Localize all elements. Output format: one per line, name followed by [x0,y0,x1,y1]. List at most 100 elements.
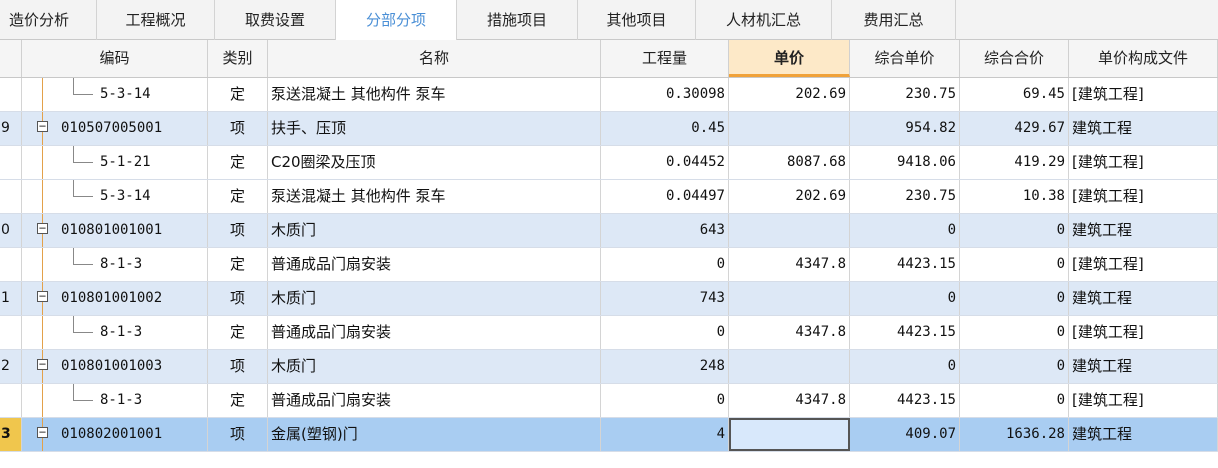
comp-total-cell[interactable]: 0 [960,282,1069,315]
type-cell[interactable]: 定 [208,78,268,111]
code-cell[interactable]: 5-3-14 [22,180,208,213]
table-row[interactable]: 8-1-3 定普通成品门扇安装 0 4347.8 4423.15 0 [建筑工程] [0,384,1218,418]
name-cell[interactable]: 泵送混凝土 其他构件 泵车 [268,180,601,213]
unit-price-cell[interactable] [729,418,850,451]
code-cell[interactable]: − 010802001001 [22,418,208,451]
name-cell[interactable]: 泵送混凝土 其他构件 泵车 [268,78,601,111]
header-code[interactable]: 编码 [22,40,208,77]
qty-cell[interactable]: 248 [601,350,729,383]
table-row[interactable]: 8-1-3 定普通成品门扇安装 0 4347.8 4423.15 0 [建筑工程] [0,316,1218,350]
comp-unit-cell[interactable]: 4423.15 [850,384,960,417]
type-cell[interactable]: 定 [208,180,268,213]
code-cell[interactable]: 5-3-14 [22,78,208,111]
comp-total-cell[interactable]: 0 [960,384,1069,417]
unit-price-cell[interactable] [729,350,850,383]
name-cell[interactable]: 扶手、压顶 [268,112,601,145]
table-row[interactable]: 5-3-14 定泵送混凝土 其他构件 泵车 0.04497 202.69 230.75 1… [0,180,1218,214]
type-cell[interactable]: 定 [208,384,268,417]
comp-unit-cell[interactable]: 409.07 [850,418,960,451]
type-cell[interactable]: 项 [208,214,268,247]
file-cell[interactable]: [建筑工程] [1069,180,1218,213]
comp-total-cell[interactable]: 1636.28 [960,418,1069,451]
tab-5[interactable]: 其他项目 [578,0,696,40]
comp-total-cell[interactable]: 69.45 [960,78,1069,111]
name-cell[interactable]: 普通成品门扇安装 [268,248,601,281]
tab-6[interactable]: 人材机汇总 [696,0,832,40]
code-cell[interactable]: 8-1-3 [22,384,208,417]
type-cell[interactable]: 项 [208,418,268,451]
type-cell[interactable]: 项 [208,282,268,315]
file-cell[interactable]: 建筑工程 [1069,418,1218,451]
tab-0[interactable]: 造价分析 [0,0,97,40]
unit-price-cell[interactable]: 4347.8 [729,248,850,281]
minus-square-icon[interactable]: − [37,358,48,370]
qty-cell[interactable]: 0 [601,316,729,349]
table-row[interactable]: 8-1-3 定普通成品门扇安装 0 4347.8 4423.15 0 [建筑工程] [0,248,1218,282]
name-cell[interactable]: 金属(塑钢)门 [268,418,601,451]
header-comp-unit-price[interactable]: 综合单价 [850,40,960,77]
file-cell[interactable]: [建筑工程] [1069,146,1218,179]
minus-square-icon[interactable]: − [37,290,48,302]
minus-square-icon[interactable]: − [37,426,48,438]
unit-price-cell[interactable] [729,282,850,315]
qty-cell[interactable]: 0.30098 [601,78,729,111]
name-cell[interactable]: 普通成品门扇安装 [268,384,601,417]
name-cell[interactable]: 木质门 [268,214,601,247]
table-row[interactable]: 3 − 010802001001 项金属(塑钢)门 4 409.07 1636.28 建筑工程 [0,418,1218,452]
name-cell[interactable]: 普通成品门扇安装 [268,316,601,349]
unit-price-cell[interactable] [729,112,850,145]
header-type[interactable]: 类别 [208,40,268,77]
file-cell[interactable]: [建筑工程] [1069,384,1218,417]
code-cell[interactable]: − 010801001003 [22,350,208,383]
comp-total-cell[interactable]: 0 [960,316,1069,349]
unit-price-cell[interactable]: 8087.68 [729,146,850,179]
file-cell[interactable]: 建筑工程 [1069,282,1218,315]
tab-7[interactable]: 费用汇总 [832,0,956,40]
code-cell[interactable]: 8-1-3 [22,316,208,349]
type-cell[interactable]: 定 [208,316,268,349]
comp-unit-cell[interactable]: 0 [850,350,960,383]
tab-4[interactable]: 措施项目 [457,0,578,40]
header-name[interactable]: 名称 [268,40,601,77]
file-cell[interactable]: [建筑工程] [1069,78,1218,111]
name-cell[interactable]: C20圈梁及压顶 [268,146,601,179]
code-cell[interactable]: 5-1-21 [22,146,208,179]
type-cell[interactable]: 定 [208,146,268,179]
comp-total-cell[interactable]: 10.38 [960,180,1069,213]
unit-price-cell[interactable]: 202.69 [729,78,850,111]
file-cell[interactable]: 建筑工程 [1069,350,1218,383]
comp-unit-cell[interactable]: 0 [850,214,960,247]
comp-unit-cell[interactable]: 4423.15 [850,316,960,349]
comp-unit-cell[interactable]: 9418.06 [850,146,960,179]
qty-cell[interactable]: 0.04452 [601,146,729,179]
file-cell[interactable]: [建筑工程] [1069,248,1218,281]
name-cell[interactable]: 木质门 [268,282,601,315]
qty-cell[interactable]: 743 [601,282,729,315]
code-cell[interactable]: 8-1-3 [22,248,208,281]
qty-cell[interactable]: 0 [601,248,729,281]
minus-square-icon[interactable]: − [37,120,48,132]
tab-3[interactable]: 分部分项 [336,0,457,41]
type-cell[interactable]: 定 [208,248,268,281]
qty-cell[interactable]: 0 [601,384,729,417]
unit-price-cell[interactable]: 4347.8 [729,384,850,417]
comp-unit-cell[interactable]: 0 [850,282,960,315]
qty-cell[interactable]: 4 [601,418,729,451]
comp-total-cell[interactable]: 0 [960,248,1069,281]
comp-unit-cell[interactable]: 4423.15 [850,248,960,281]
comp-unit-cell[interactable]: 230.75 [850,180,960,213]
header-unit-price[interactable]: 单价 [729,40,850,77]
minus-square-icon[interactable]: − [37,222,48,234]
type-cell[interactable]: 项 [208,112,268,145]
header-qty[interactable]: 工程量 [601,40,729,77]
table-row[interactable]: 0−010801001001 项木质门 643 0 0 建筑工程 [0,214,1218,248]
file-cell[interactable]: [建筑工程] [1069,316,1218,349]
file-cell[interactable]: 建筑工程 [1069,214,1218,247]
comp-total-cell[interactable]: 419.29 [960,146,1069,179]
code-cell[interactable]: − 010801001002 [22,282,208,315]
table-row[interactable]: 5-1-21 定 C20圈梁及压顶 0.04452 8087.68 9418.06 419.… [0,146,1218,180]
code-cell[interactable]: − 010507005001 [22,112,208,145]
tab-2[interactable]: 取费设置 [215,0,336,40]
unit-price-cell[interactable] [729,214,850,247]
header-price-file[interactable]: 单价构成文件 [1069,40,1218,77]
